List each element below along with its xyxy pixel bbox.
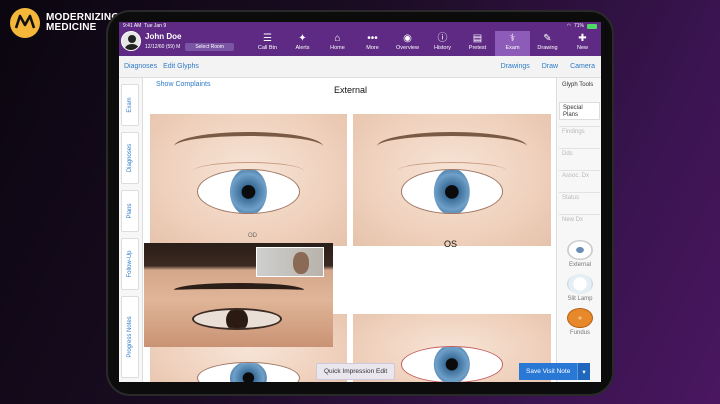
app-screen: 9:41 AM Tue Jan 9 ◠ 71% John Doe 12/12/6…: [119, 22, 601, 382]
home-icon: ⌂: [334, 33, 341, 44]
nav-drawing-button[interactable]: ✎ Drawing: [530, 31, 565, 56]
wifi-icon: ◠: [566, 23, 571, 29]
battery-icon: [587, 23, 597, 29]
nav-label: Overview: [396, 45, 419, 51]
tab-exam[interactable]: Exam: [121, 84, 139, 126]
logo-mark-icon: [10, 8, 40, 38]
patient-header[interactable]: John Doe 12/12/60 (59) M Select Room: [121, 31, 234, 51]
fundus-icon: [567, 308, 593, 328]
tab-diagnoses[interactable]: Diagnoses: [121, 132, 139, 184]
left-tab-rail: Exam Diagnoses Plans Follow-Up Progress …: [119, 78, 143, 382]
stethoscope-icon: ⚕: [509, 33, 516, 44]
modernizing-medicine-logo: MODERNIZING MEDICINE: [10, 8, 119, 38]
new-item-icon: ✚: [578, 33, 587, 44]
status-tab[interactable]: Status: [559, 192, 600, 210]
edit-glyphs-link[interactable]: Edit Glyphs: [163, 63, 199, 70]
patient-avatar[interactable]: [121, 31, 141, 51]
nav-overview-button[interactable]: ◉ Overview: [390, 31, 425, 56]
status-time: 9:41 AM: [123, 23, 142, 29]
battery-percent: 71%: [573, 23, 584, 29]
diagnoses-link[interactable]: Diagnoses: [124, 63, 157, 70]
slit-lamp-icon: [567, 274, 593, 294]
camera-link[interactable]: Camera: [570, 63, 595, 70]
new-dx-tab[interactable]: New Dx: [559, 214, 600, 232]
nav-exam-button[interactable]: ⚕ Exam: [495, 31, 530, 56]
nav-more-button[interactable]: ••• More: [355, 31, 390, 56]
nav-label: Exam: [505, 45, 520, 51]
status-date: Tue Jan 9: [144, 23, 167, 29]
tab-progress-notes[interactable]: Progress Notes: [121, 296, 139, 378]
draw-link[interactable]: Draw: [542, 63, 558, 70]
tab-follow-up[interactable]: Follow-Up: [121, 238, 139, 290]
od-label: OD: [248, 233, 257, 239]
nav-label: Call Btn: [257, 45, 278, 51]
nav-pretest-button[interactable]: ▤ Pretest: [460, 31, 495, 56]
patient-dob: 12/12/60 (59) M: [145, 43, 181, 50]
select-room-button[interactable]: Select Room: [185, 42, 234, 51]
nav-buttons: ☰ Call Btn ✦ Alerts ⌂ Home ••• More ◉ Overview ⓘ Hi…: [250, 31, 600, 56]
slit-lamp-thumb[interactable]: Slit Lamp: [561, 274, 599, 302]
nav-label: Pretest: [468, 45, 487, 51]
findings-tab[interactable]: Findings: [559, 126, 600, 144]
nav-label: New: [576, 45, 588, 51]
video-call-overlay[interactable]: [144, 243, 333, 347]
nav-history-button[interactable]: ⓘ History: [425, 31, 460, 56]
drawing-pencil-icon: ✎: [543, 33, 552, 44]
glyph-tools-tab[interactable]: Glyph Tools: [559, 80, 600, 98]
special-plans-tab[interactable]: Special Plans: [559, 102, 600, 120]
nav-label: Alerts: [295, 45, 310, 51]
os-label: OS: [444, 239, 458, 249]
call-button-icon: ☰: [263, 33, 272, 44]
external-thumb[interactable]: External: [561, 240, 599, 268]
save-options-chevron-icon[interactable]: ▾: [577, 363, 590, 380]
top-nav-bar: 9:41 AM Tue Jan 9 ◠ 71% John Doe 12/12/6…: [119, 22, 601, 56]
exam-canvas: Show Complaints External OD OS Quick Imp…: [144, 78, 556, 382]
nav-home-button[interactable]: ⌂ Home: [320, 31, 355, 56]
nav-label: Drawing: [537, 45, 558, 51]
overview-person-icon: ◉: [403, 33, 412, 44]
fundus-thumb[interactable]: Fundus: [561, 308, 599, 336]
nav-new-button[interactable]: ✚ New: [565, 31, 600, 56]
status-bar: 9:41 AM Tue Jan 9 ◠ 71%: [119, 22, 601, 30]
drawings-link[interactable]: Drawings: [501, 63, 530, 70]
glyph-tools-panel: Glyph Tools Special Plans Findings Dds A…: [556, 78, 601, 382]
pretest-clipboard-icon: ▤: [472, 33, 483, 44]
self-view-inset[interactable]: [256, 247, 324, 277]
nav-label: History: [433, 45, 452, 51]
quick-impression-edit-button[interactable]: Quick Impression Edit: [316, 363, 396, 380]
nav-call-btn-button[interactable]: ☰ Call Btn: [250, 31, 285, 56]
nav-label: Home: [330, 45, 345, 51]
tab-plans[interactable]: Plans: [121, 190, 139, 232]
external-eye-icon: [567, 240, 593, 260]
eye-image-od-external[interactable]: [150, 114, 347, 246]
eye-image-os-external[interactable]: [353, 114, 551, 246]
alert-bell-icon: ✦: [298, 33, 307, 44]
save-visit-note-button[interactable]: Save Visit Note ▾: [519, 363, 590, 380]
patient-name: John Doe: [145, 31, 182, 41]
nav-label: More: [366, 45, 379, 51]
dds-tab[interactable]: Dds: [559, 148, 600, 166]
assoc-dx-tab[interactable]: Assoc. Dx: [559, 170, 600, 188]
nav-alerts-button[interactable]: ✦ Alerts: [285, 31, 320, 56]
external-title: External: [334, 85, 368, 95]
exam-toolbar: Diagnoses Edit Glyphs Drawings Draw Came…: [119, 56, 601, 78]
more-dots-icon: •••: [367, 33, 378, 44]
show-complaints-link[interactable]: Show Complaints: [156, 81, 210, 88]
history-info-icon: ⓘ: [437, 33, 448, 44]
